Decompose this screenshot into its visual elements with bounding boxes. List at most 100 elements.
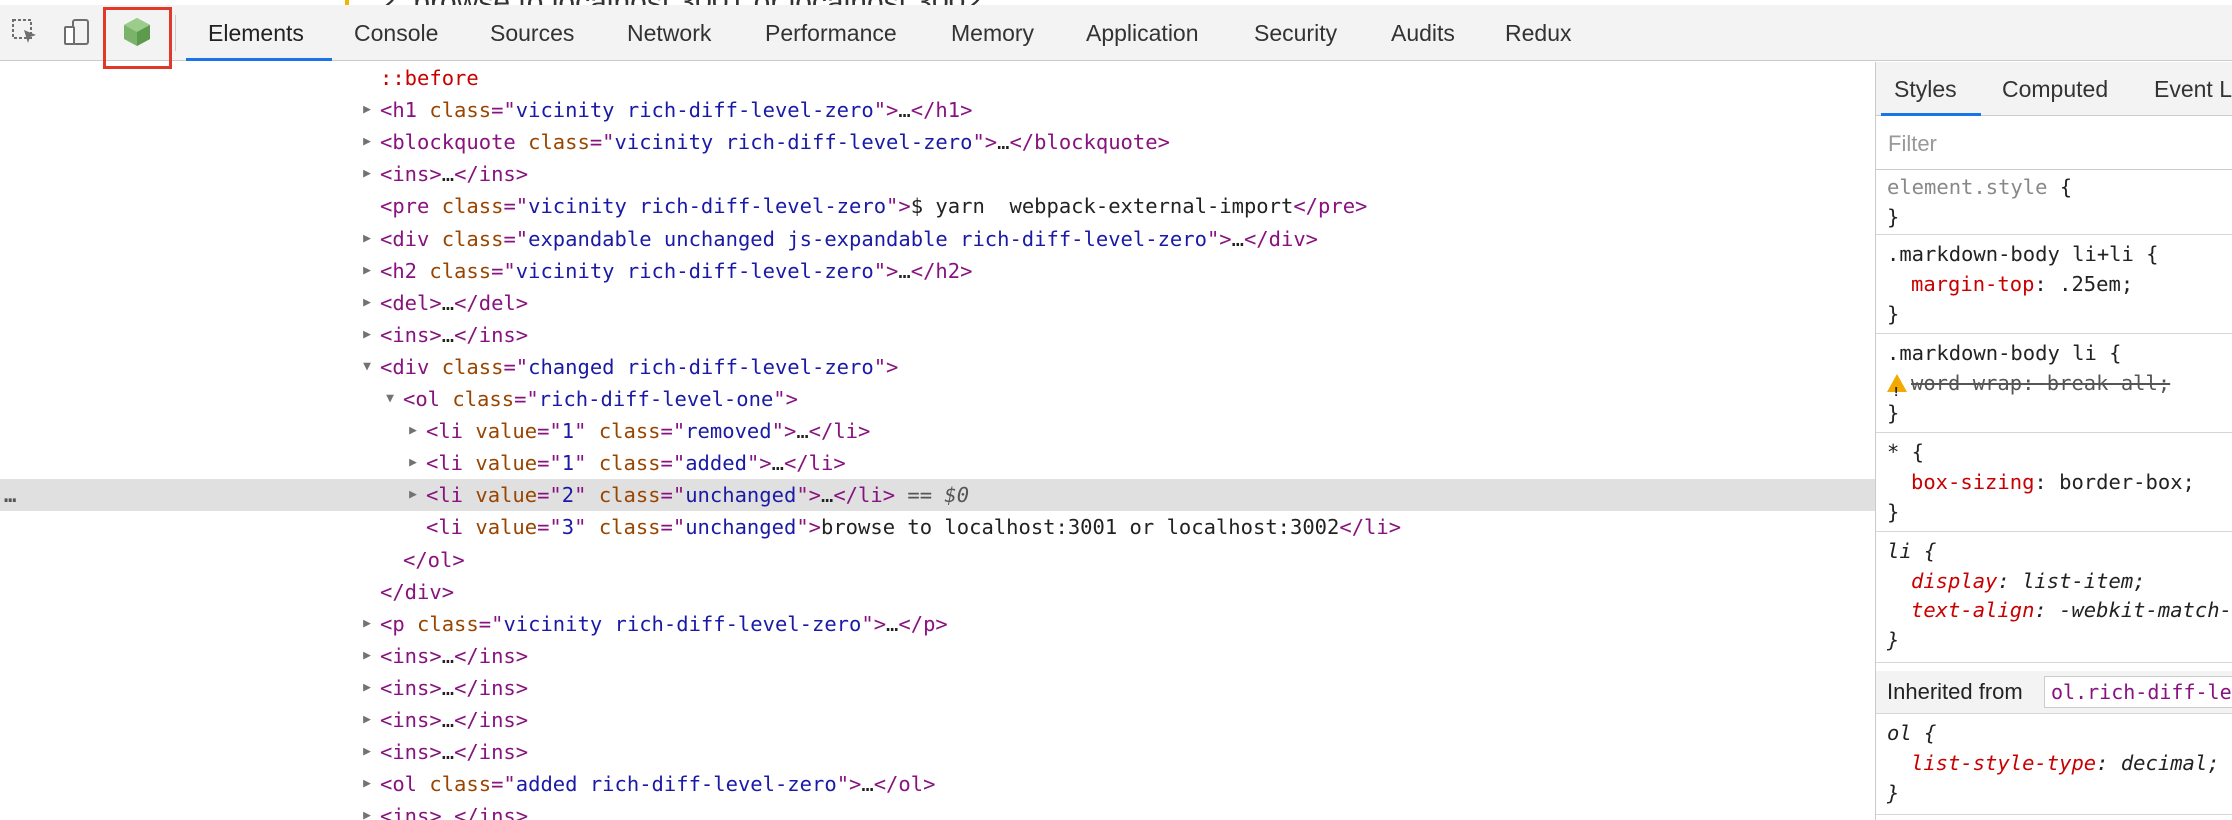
expand-arrow-icon[interactable]: ▶ — [360, 223, 374, 255]
expand-arrow-icon[interactable]: ▶ — [360, 768, 374, 800]
rule-universal[interactable]: * { box-sizing: border-box; } — [1876, 433, 2232, 532]
tab-console[interactable]: Console — [354, 5, 438, 61]
dom-node[interactable]: ▶ <p class="vicinity rich-diff-level-zero… — [0, 608, 1875, 640]
dom-node[interactable]: ▶ <ins>…</ins> — [0, 736, 1875, 768]
dom-node[interactable]: ▶ <ins>…</ins> — [0, 319, 1875, 351]
expand-arrow-icon[interactable]: ▶ — [360, 287, 374, 319]
markup-token: <ins> — [380, 675, 442, 700]
tab-computed[interactable]: Computed — [2002, 62, 2108, 116]
dom-node[interactable]: ▶ <ins>…</ins> — [0, 640, 1875, 672]
dom-node[interactable]: ▼ <ol class="rich-diff-level-one"> — [0, 383, 1875, 415]
markup-token: … — [771, 451, 784, 476]
dom-node-markup: </ol> — [403, 544, 465, 576]
expand-arrow-icon[interactable]: ▶ — [406, 415, 420, 447]
markup-token: </h2> — [910, 258, 973, 283]
tab-sources[interactable]: Sources — [490, 5, 574, 61]
rule-markdown-li[interactable]: .markdown-body li { ! word-wrap: break-a… — [1876, 334, 2232, 433]
dom-node[interactable]: ▶ <ins>…</ins> — [0, 704, 1875, 736]
dom-node[interactable]: </div> — [0, 576, 1875, 608]
expand-arrow-icon[interactable]: ▶ — [360, 126, 374, 158]
markup-token: =" — [660, 515, 686, 540]
expand-arrow-icon[interactable]: ▶ — [360, 158, 374, 190]
tab-memory[interactable]: Memory — [951, 5, 1034, 61]
dom-node[interactable]: </ol> — [0, 544, 1875, 576]
markup-token: … — [821, 483, 834, 508]
inherited-from-link[interactable]: ol.rich-diff-level-one — [2044, 676, 2232, 708]
expand-arrow-icon[interactable]: ▶ — [406, 479, 420, 511]
dom-node-markup: <ins>…</ins> — [380, 736, 528, 768]
dom-node[interactable]: <pre class="vicinity rich-diff-level-zer… — [0, 190, 1875, 222]
tab-network[interactable]: Network — [627, 5, 711, 61]
dom-node[interactable]: ▶ <ins>…</ins> — [0, 158, 1875, 190]
markup-token: "> — [886, 194, 911, 219]
markup-token: =" — [537, 483, 562, 508]
dom-node[interactable]: <li value="3" class="unchanged">browse t… — [0, 511, 1875, 543]
rule-open-brace: { — [2133, 242, 2159, 266]
expand-arrow-icon[interactable]: ▶ — [360, 640, 374, 672]
markup-token: vicinity rich-diff-level-zero — [515, 98, 874, 123]
tab-elements[interactable]: Elements — [208, 5, 304, 61]
dom-node[interactable]: ▶ <li value="1" class="added">…</li> — [0, 447, 1875, 479]
expand-arrow-icon[interactable]: ▶ — [406, 447, 420, 479]
tab-performance[interactable]: Performance — [765, 5, 897, 61]
rule-user-agent-ol[interactable]: ol { list-style-type: decimal; } — [1876, 714, 2232, 815]
tab-event-listeners[interactable]: Event Listeners — [2154, 62, 2232, 116]
markup-token: … — [898, 258, 911, 283]
css-colon: : — [2022, 371, 2047, 395]
expand-arrow-icon[interactable]: ▶ — [360, 736, 374, 768]
rule-user-agent-li[interactable]: li { display: list-item; text-align: -we… — [1876, 532, 2232, 663]
markup-token: 3 — [561, 515, 575, 540]
expand-arrow-icon[interactable]: ▶ — [360, 608, 374, 640]
dom-node[interactable]: ▶ <li value="1" class="removed">…</li> — [0, 415, 1875, 447]
dom-node[interactable]: ▶ <h2 class="vicinity rich-diff-level-zer… — [0, 255, 1875, 287]
tab-redux[interactable]: Redux — [1505, 5, 1571, 61]
dom-node-selected[interactable]: ▶… <li value="2" class="unchanged">…</li>… — [0, 479, 1875, 512]
dom-node[interactable]: ::before — [0, 62, 1875, 94]
tab-styles[interactable]: Styles — [1894, 62, 1957, 116]
device-toolbar-icon[interactable] — [62, 17, 92, 47]
dom-node[interactable]: ▶ <ol class="added rich-diff-level-zero">… — [0, 768, 1875, 800]
markup-token: vicinity rich-diff-level-zero — [515, 258, 874, 283]
expand-arrow-icon[interactable]: ▶ — [360, 94, 374, 126]
rule-markdown-li-li[interactable]: .markdown-body li+li { margin-top: .25em… — [1876, 235, 2232, 334]
dom-node[interactable]: ▶ <blockquote class="vicinity rich-diff-l… — [0, 126, 1875, 158]
css-property-overridden[interactable]: word-wrap: break-all; — [1911, 371, 2170, 395]
dom-node[interactable]: ▼ <div class="changed rich-diff-level-zer… — [0, 351, 1875, 383]
dom-node[interactable]: ▶ <ins>…</ins> — [0, 800, 1875, 820]
dom-node[interactable]: ▶ <ins>…</ins> — [0, 672, 1875, 704]
dom-node[interactable]: ▶ <del>…</del> — [0, 287, 1875, 319]
expand-arrow-icon[interactable]: ▶ — [360, 800, 374, 820]
markup-token: "> — [771, 419, 797, 444]
css-property[interactable]: box-sizing — [1911, 470, 2034, 494]
tab-audits[interactable]: Audits — [1391, 5, 1455, 61]
collapse-arrow-icon[interactable]: ▼ — [360, 351, 374, 383]
css-colon: : — [2096, 751, 2121, 775]
rule-selector: element.style — [1887, 175, 2048, 199]
devtools-toolbar: Elements Console Sources Network Perform… — [0, 5, 2232, 69]
active-tab-indicator — [186, 58, 332, 61]
dom-node[interactable]: ▶ <div class="expandable unchanged js-exp… — [0, 223, 1875, 255]
expand-arrow-icon[interactable]: ▶ — [360, 704, 374, 736]
expand-arrow-icon[interactable]: ▶ — [360, 255, 374, 287]
css-value[interactable]: border-box; — [2059, 470, 2195, 494]
inspect-element-icon[interactable] — [10, 17, 40, 47]
expand-arrow-icon[interactable]: ▶ — [360, 672, 374, 704]
markup-token: 1 — [561, 451, 575, 476]
tab-security[interactable]: Security — [1254, 5, 1337, 61]
css-value[interactable]: .25em; — [2059, 272, 2133, 296]
styles-filter-input[interactable] — [1886, 126, 2230, 162]
tab-application[interactable]: Application — [1086, 5, 1199, 61]
dom-node-markup: <ins>…</ins> — [380, 640, 528, 672]
warning-icon[interactable]: ! — [1876, 368, 1907, 399]
dom-node[interactable]: ▶ <h1 class="vicinity rich-diff-level-zer… — [0, 94, 1875, 126]
collapse-arrow-icon[interactable]: ▼ — [383, 383, 397, 415]
rule-element-style[interactable]: element.style { } — [1876, 170, 2232, 235]
more-options-icon[interactable]: … — [4, 479, 16, 511]
css-property: display — [1911, 569, 1998, 593]
markup-token: … — [441, 290, 455, 315]
expand-arrow-icon[interactable]: ▶ — [360, 319, 374, 351]
css-property[interactable]: margin-top — [1911, 272, 2034, 296]
markup-token: " — [574, 483, 599, 508]
rule-close-brace: } — [1887, 205, 1900, 229]
markup-token: "> — [1206, 226, 1232, 251]
